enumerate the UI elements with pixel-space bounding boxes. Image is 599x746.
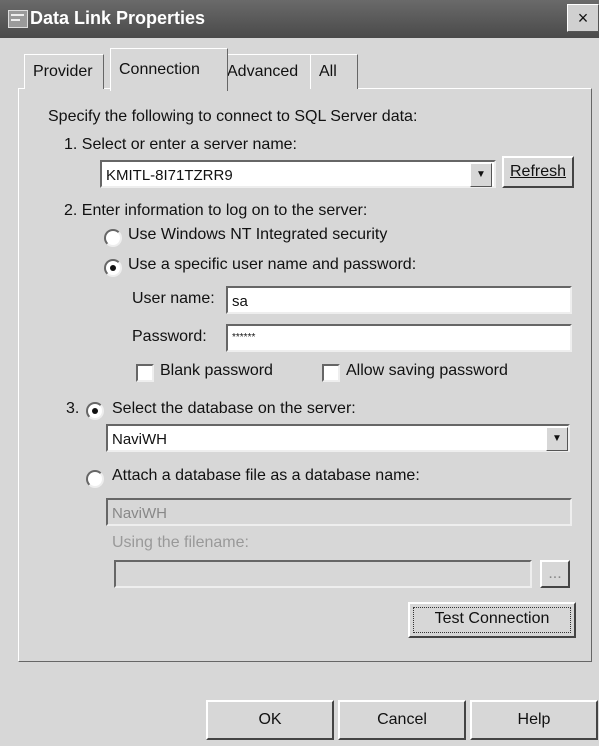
password-label: Password:: [132, 328, 207, 345]
username-value: sa: [232, 293, 248, 310]
blank-password-checkbox[interactable]: [136, 364, 154, 382]
close-button[interactable]: ×: [567, 4, 599, 32]
using-filename-label: Using the filename:: [112, 534, 249, 551]
intro-text: Specify the following to connect to SQL …: [48, 108, 418, 125]
tab-connection[interactable]: Connection: [110, 48, 228, 91]
test-connection-label: Test Connection: [434, 610, 550, 627]
password-field[interactable]: ******: [226, 324, 572, 352]
step2-label: 2. Enter information to log on to the se…: [64, 202, 368, 219]
attach-database-name-field[interactable]: NaviWH: [106, 498, 572, 526]
tab-provider[interactable]: Provider: [24, 54, 104, 89]
refresh-button[interactable]: Refresh: [502, 156, 574, 188]
attach-database-name-value: NaviWH: [112, 505, 167, 522]
attach-database-label: Attach a database file as a database nam…: [112, 467, 420, 484]
filename-field[interactable]: [114, 560, 532, 588]
server-name-value: KMITL-8I71TZRR9: [106, 167, 233, 184]
step3-prefix: 3.: [66, 400, 80, 417]
tab-advanced[interactable]: Advanced: [218, 54, 320, 89]
radio-nt-label: Use Windows NT Integrated security: [128, 226, 388, 243]
username-label: User name:: [132, 290, 215, 307]
step1-label: 1. Select or enter a server name:: [64, 136, 297, 153]
help-button[interactable]: Help: [470, 700, 598, 740]
select-database-label: Select the database on the server:: [112, 400, 356, 417]
password-value: ******: [232, 332, 256, 343]
radio-attach-database[interactable]: [86, 470, 104, 488]
database-dropdown-arrow-icon[interactable]: ▼: [546, 427, 568, 451]
test-connection-button[interactable]: Test Connection: [408, 602, 576, 638]
allow-saving-password-label: Allow saving password: [346, 362, 508, 379]
database-value: NaviWH: [112, 431, 167, 448]
radio-select-database[interactable]: [86, 402, 104, 420]
data-link-properties-dialog: Data Link Properties × Provider Connecti…: [0, 0, 599, 746]
title-bar: Data Link Properties ×: [0, 0, 599, 38]
ok-button[interactable]: OK: [206, 700, 334, 740]
tab-all[interactable]: All: [310, 54, 358, 89]
radio-specific-user[interactable]: [104, 259, 122, 277]
cancel-button[interactable]: Cancel: [338, 700, 466, 740]
window-title: Data Link Properties: [30, 8, 206, 28]
allow-saving-password-checkbox[interactable]: [322, 364, 340, 382]
browse-button[interactable]: ...: [540, 560, 570, 588]
server-name-field[interactable]: KMITL-8I71TZRR9: [100, 160, 496, 188]
server-dropdown-arrow-icon[interactable]: ▼: [470, 163, 492, 187]
data-link-icon: [8, 10, 28, 28]
refresh-label: Refresh: [509, 163, 567, 180]
database-select[interactable]: NaviWH: [106, 424, 570, 452]
radio-nt-integrated[interactable]: [104, 229, 122, 247]
blank-password-label: Blank password: [160, 362, 273, 379]
username-field[interactable]: sa: [226, 286, 572, 314]
radio-specific-label: Use a specific user name and password:: [128, 256, 417, 273]
